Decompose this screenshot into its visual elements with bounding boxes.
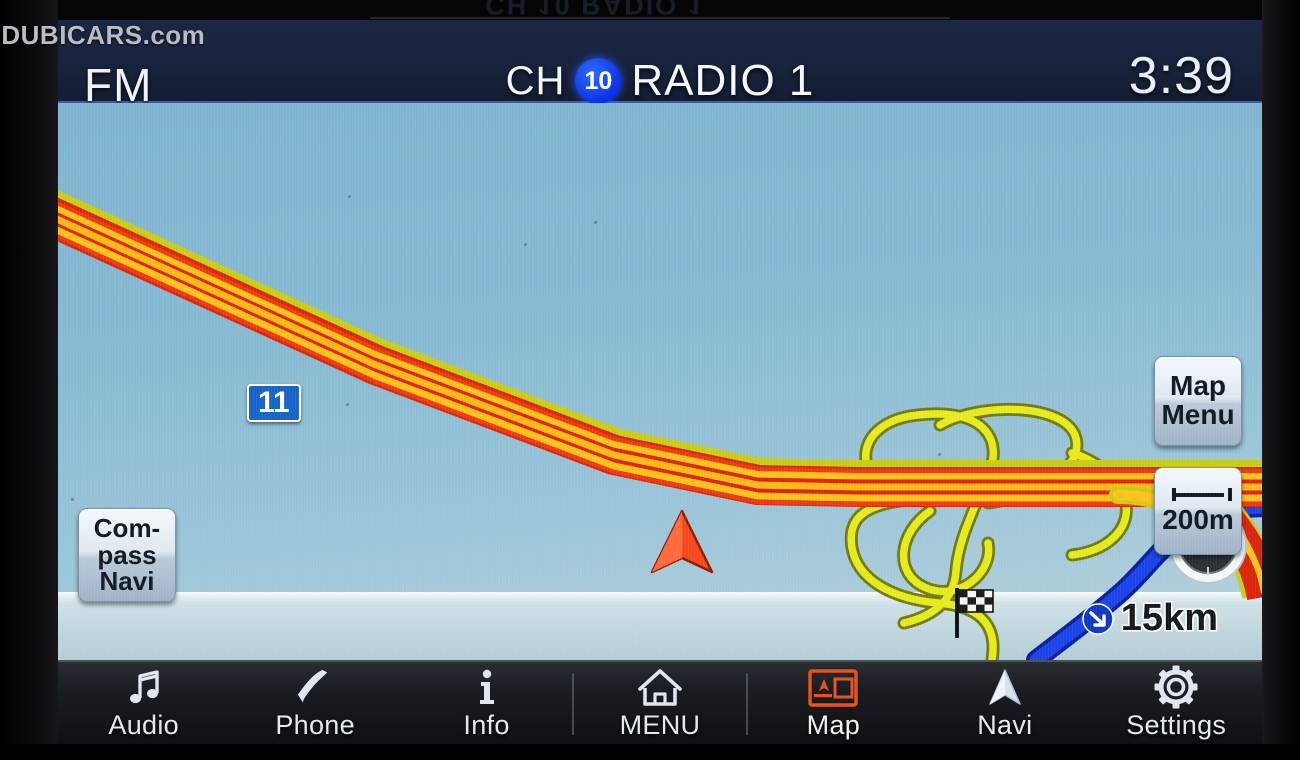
- channel-word-label: CH: [505, 58, 566, 103]
- music-note-icon: [123, 667, 165, 709]
- compass-navi-label-line1: Com-: [93, 513, 161, 544]
- gear-icon: [1154, 665, 1198, 709]
- bottom-nav-bar: Audio Phone Info MENU Map Navi Settings: [58, 660, 1262, 746]
- home-icon: [637, 667, 683, 709]
- bezel-top-edge: [370, 17, 950, 19]
- vehicle-position-arrow: [650, 509, 714, 574]
- nav-label-menu: MENU: [619, 710, 701, 740]
- map-scale-button[interactable]: 200m: [1154, 467, 1242, 555]
- watermark: © DUBICARS.com: [0, 20, 206, 50]
- map-menu-label-line1: Map: [1170, 370, 1226, 402]
- nav-item-audio[interactable]: Audio: [58, 661, 229, 746]
- nav-label-audio: Audio: [108, 710, 179, 740]
- station-name-label: RADIO 1: [631, 56, 815, 105]
- channel-number-badge: 10: [575, 58, 622, 104]
- remaining-distance-label: 15km: [1120, 597, 1218, 639]
- bezel-left: [0, 0, 58, 760]
- nav-label-phone: Phone: [275, 710, 355, 740]
- clock-label: 3:39: [1128, 47, 1234, 105]
- checkered-flag-icon: [955, 588, 994, 638]
- map-menu-button[interactable]: Map Menu: [1154, 356, 1242, 446]
- info-i-icon: [466, 667, 508, 709]
- route-arrow-icon: [1082, 602, 1114, 635]
- compass-navi-label-line2: pass: [97, 539, 157, 570]
- navigation-arrow-icon: [984, 667, 1026, 709]
- nav-item-info[interactable]: Info: [401, 661, 572, 746]
- map-menu-label-line2: Menu: [1161, 399, 1235, 430]
- status-header: FM CH 10 RADIO 1 3:39: [58, 20, 1262, 111]
- head-unit-photo: CH 10 RADIO 1 FM CH 10 RADIO 1 3:39 11 1…: [0, 0, 1300, 760]
- phone-handset-icon: [294, 667, 336, 709]
- remaining-distance: 15km: [1082, 597, 1218, 640]
- nav-item-navi[interactable]: Navi: [919, 661, 1090, 746]
- nav-label-info: Info: [463, 710, 510, 740]
- nav-item-phone[interactable]: Phone: [229, 661, 400, 746]
- channel-group: CH 10 RADIO 1: [58, 56, 1262, 106]
- ruler-icon: [1172, 487, 1232, 501]
- nav-item-settings[interactable]: Settings: [1091, 661, 1262, 746]
- map-layout-icon: [807, 667, 859, 709]
- bezel-bottom: [0, 744, 1300, 760]
- compass-navi-label-line3: Navi: [99, 566, 155, 597]
- nav-label-settings: Settings: [1126, 710, 1227, 740]
- bezel-right: [1262, 0, 1300, 760]
- navigation-map[interactable]: 11 15km Map Menu 200m Com- pass Navi: [58, 103, 1262, 660]
- road-shield-11: 11: [247, 384, 301, 422]
- nav-item-menu[interactable]: MENU: [574, 661, 745, 746]
- compass-navi-button[interactable]: Com- pass Navi: [78, 508, 176, 602]
- nav-label-navi: Navi: [977, 710, 1033, 740]
- nav-label-map: Map: [806, 710, 861, 740]
- map-scale-label: 200m: [1162, 503, 1234, 535]
- infotainment-screen: FM CH 10 RADIO 1 3:39 11 15km Map Menu 2…: [58, 20, 1262, 746]
- nav-item-map[interactable]: Map: [748, 661, 919, 746]
